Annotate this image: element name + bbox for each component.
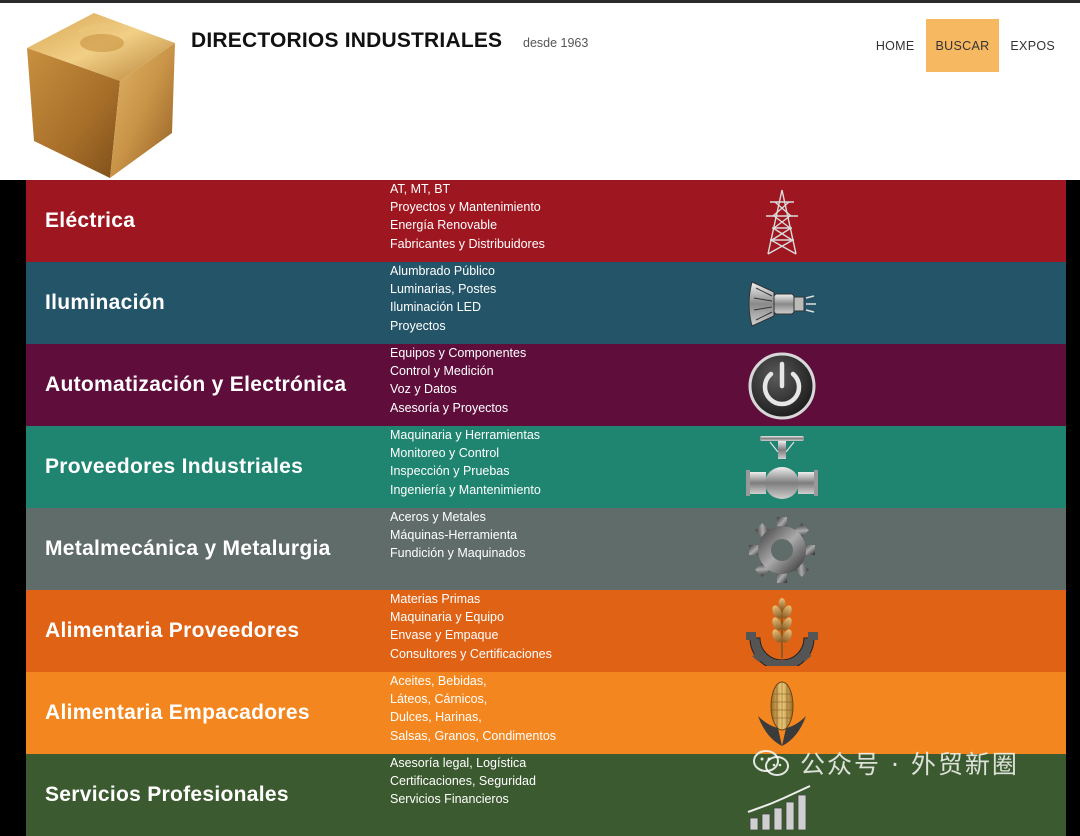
power-button-icon: [748, 352, 816, 420]
gold-cube-icon[interactable]: [22, 13, 182, 178]
subitem[interactable]: Dulces, Harinas,: [390, 708, 556, 726]
category-subitems: Aceites, Bebidas, Láteos, Cárnicos, Dulc…: [390, 672, 556, 745]
subitem[interactable]: Iluminación LED: [390, 298, 496, 316]
category-subitems: Equipos y Componentes Control y Medición…: [390, 344, 526, 417]
category-subitems: AT, MT, BT Proyectos y Mantenimiento Ene…: [390, 180, 545, 253]
category-metalmecanica[interactable]: Metalmecánica y Metalurgia Aceros y Meta…: [26, 508, 1066, 590]
subitem[interactable]: Maquinaria y Herramientas: [390, 426, 541, 444]
subitem[interactable]: Fabricantes y Distribuidores: [390, 235, 545, 253]
subitem[interactable]: Proyectos y Mantenimiento: [390, 198, 545, 216]
category-title[interactable]: Alimentaria Empacadores: [45, 672, 385, 754]
site-header: DIRECTORIOS INDUSTRIALES desde 1963 HOME…: [0, 3, 1080, 180]
wheat-gear-icon: [746, 598, 818, 666]
category-title[interactable]: Alimentaria Proveedores: [45, 590, 385, 672]
subitem[interactable]: Salsas, Granos, Condimentos: [390, 727, 556, 745]
subitem[interactable]: Equipos y Componentes: [390, 344, 526, 362]
category-title[interactable]: Metalmecánica y Metalurgia: [45, 508, 385, 590]
subitem[interactable]: Aceites, Bebidas,: [390, 672, 556, 690]
category-iluminacion[interactable]: Iluminación Alumbrado Público Luminarias…: [26, 262, 1066, 344]
subitem[interactable]: Asesoría y Proyectos: [390, 399, 526, 417]
nav-buscar[interactable]: BUSCAR: [925, 19, 1000, 72]
category-subitems: Aceros y Metales Máquinas-Herramienta Fu…: [390, 508, 526, 563]
subitem[interactable]: Proyectos: [390, 317, 496, 335]
subitem[interactable]: Certificaciones, Seguridad: [390, 772, 536, 790]
category-subitems: Materias Primas Maquinaria y Equipo Enva…: [390, 590, 552, 663]
category-alimentaria-empacadores[interactable]: Alimentaria Empacadores Aceites, Bebidas…: [26, 672, 1066, 754]
category-alimentaria-proveedores[interactable]: Alimentaria Proveedores Materias Primas …: [26, 590, 1066, 672]
category-title[interactable]: Automatización y Electrónica: [45, 344, 385, 426]
wechat-icon: [753, 750, 789, 776]
category-title[interactable]: Proveedores Industriales: [45, 426, 385, 508]
subitem[interactable]: Servicios Financieros: [390, 790, 536, 808]
site-tagline: desde 1963: [523, 36, 589, 50]
category-title[interactable]: Iluminación: [45, 262, 385, 344]
subitem[interactable]: Ingeniería y Mantenimiento: [390, 481, 541, 499]
subitem[interactable]: Consultores y Certificaciones: [390, 645, 552, 663]
site-title[interactable]: DIRECTORIOS INDUSTRIALES: [191, 29, 502, 53]
subitem[interactable]: AT, MT, BT: [390, 180, 545, 198]
nav-home[interactable]: HOME: [865, 19, 926, 72]
subitem[interactable]: Maquinaria y Equipo: [390, 608, 552, 626]
subitem[interactable]: Máquinas-Herramienta: [390, 526, 526, 544]
subitem[interactable]: Asesoría legal, Logística: [390, 754, 536, 772]
subitem[interactable]: Monitoreo y Control: [390, 444, 541, 462]
main-nav: HOME BUSCAR EXPOS: [865, 19, 1066, 72]
category-proveedores-industriales[interactable]: Proveedores Industriales Maquinaria y He…: [26, 426, 1066, 508]
subitem[interactable]: Control y Medición: [390, 362, 526, 380]
subitem[interactable]: Fundición y Maquinados: [390, 544, 526, 562]
category-title[interactable]: Servicios Profesionales: [45, 754, 385, 836]
category-electrica[interactable]: Eléctrica AT, MT, BT Proyectos y Manteni…: [26, 180, 1066, 262]
subitem[interactable]: Energía Renovable: [390, 216, 545, 234]
subitem[interactable]: Luminarias, Postes: [390, 280, 496, 298]
subitem[interactable]: Aceros y Metales: [390, 508, 526, 526]
subitem[interactable]: Envase y Empaque: [390, 626, 552, 644]
nav-expos[interactable]: EXPOS: [999, 19, 1066, 72]
subitem[interactable]: Alumbrado Público: [390, 262, 496, 280]
spotlight-icon: [748, 281, 816, 327]
category-list: Eléctrica AT, MT, BT Proyectos y Manteni…: [26, 180, 1066, 836]
gear-icon: [749, 517, 815, 583]
subitem[interactable]: Materias Primas: [390, 590, 552, 608]
category-title[interactable]: Eléctrica: [45, 180, 385, 262]
corn-icon: [758, 681, 806, 746]
subitem[interactable]: Láteos, Cárnicos,: [390, 690, 556, 708]
wechat-watermark: 公众号 · 外贸新圈: [752, 745, 1019, 781]
subitem[interactable]: Inspección y Pruebas: [390, 462, 541, 480]
valve-icon: [746, 436, 818, 499]
power-tower-icon: [766, 189, 798, 255]
category-subitems: Asesoría legal, Logística Certificacione…: [390, 754, 536, 809]
subitem[interactable]: Voz y Datos: [390, 380, 526, 398]
watermark-text: 公众号 · 外贸新圈: [800, 750, 1019, 779]
category-subitems: Maquinaria y Herramientas Monitoreo y Co…: [390, 426, 541, 499]
category-subitems: Alumbrado Público Luminarias, Postes Ilu…: [390, 262, 496, 335]
category-automatizacion[interactable]: Automatización y Electrónica Equipos y C…: [26, 344, 1066, 426]
